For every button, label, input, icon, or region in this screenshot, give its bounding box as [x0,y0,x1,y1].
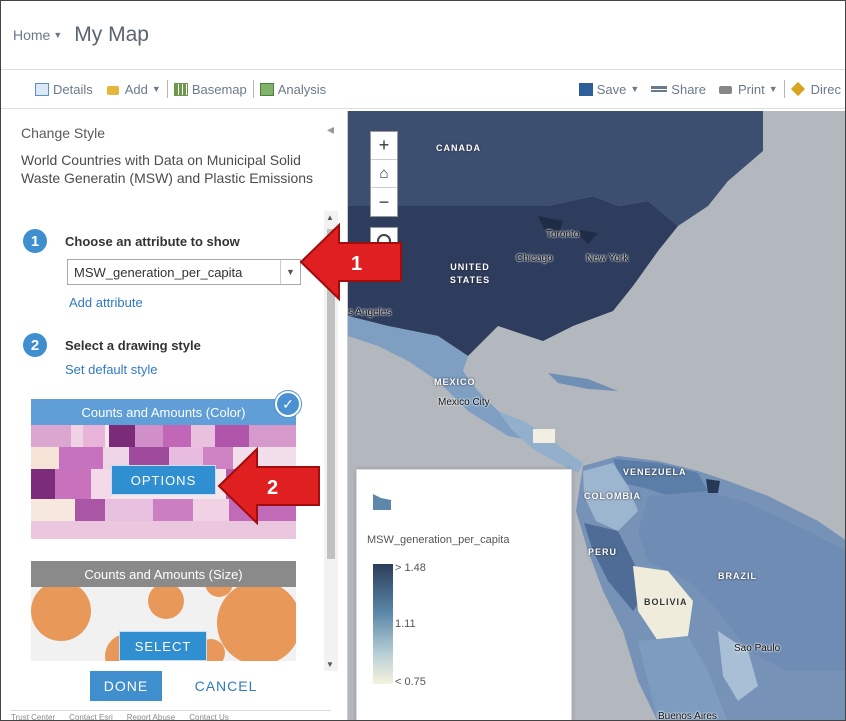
map-label-canada: CANADA [436,143,481,153]
footer-link[interactable]: Contact Esri [69,713,113,720]
callout-number-1: 1 [351,253,362,275]
basemap-label: Basemap [191,81,247,97]
zoom-control: + ⌂ − [370,131,398,217]
add-button[interactable]: Add ▼ [99,82,167,97]
directions-icon [791,83,807,96]
footer-link[interactable]: Trust Center [11,713,55,720]
analysis-label: Analysis [277,81,327,97]
set-default-style-link[interactable]: Set default style [65,362,158,377]
basemap-icon [173,82,188,96]
collapse-panel-icon[interactable]: ◂ [327,121,334,138]
city-label-mexico-city: Mexico City [438,397,490,408]
city-label-buenos-aires: Buenos Aires [658,711,717,721]
scroll-down-icon[interactable]: ▼ [326,660,334,669]
scroll-up-icon[interactable]: ▲ [326,213,334,222]
analysis-icon [259,82,274,96]
chevron-down-icon: ▼ [630,84,640,94]
city-label-sao-paulo: Sao Paulo [734,643,781,654]
legend-high-value: > 1.48 [395,562,426,574]
layer-name: World Countries with Data on Municipal S… [21,152,314,186]
map-label-bolivia: BOLIVIA [644,597,688,607]
basemap-button[interactable]: Basemap [168,82,253,97]
chevron-down-icon: ▼ [151,84,161,94]
change-style-panel: ◂ Change Style World Countries with Data… [1,111,348,720]
checkmark-icon: ✓ [275,391,301,417]
chevron-down-icon[interactable]: ▼ [280,260,300,284]
title-bar: Home ▼ My Map [1,1,845,69]
select-button[interactable]: SELECT [119,631,207,661]
cancel-button[interactable]: CANCEL [181,671,271,701]
save-label: Save [596,81,627,97]
style-card-size[interactable]: Counts and Amounts (Size) SELECT [31,561,296,661]
print-icon [718,83,734,96]
legend-low-value: < 0.75 [395,676,426,688]
footer-link[interactable]: Report Abuse [127,713,175,720]
details-button[interactable]: Details [29,82,99,97]
print-label: Print [738,81,765,97]
city-label-chicago: Chicago [516,253,553,264]
city-label-toronto: Toronto [546,229,580,240]
options-button[interactable]: OPTIONS [111,465,216,495]
save-icon [578,82,593,96]
footer-links: Trust Center Contact Esri Report Abuse C… [11,710,331,720]
share-icon [651,86,668,92]
map-label-brazil: BRAZIL [718,571,757,581]
attribute-select[interactable]: MSW_generation_per_capita ▼ [67,259,301,285]
analysis-button[interactable]: Analysis [254,82,332,97]
share-label: Share [671,81,706,97]
step-1-badge: 1 [23,229,47,253]
legend-color-ramp [373,564,393,684]
city-label-los-angeles: s Angeles [348,307,392,318]
legend-mid-value: 1.11 [395,618,416,630]
map-label-peru: PERU [588,547,618,557]
callout-number-2: 2 [267,477,278,499]
toolbar-right-group: Save ▼ Share Print ▼ Direc [573,80,845,98]
map-viewer-window: Home ▼ My Map Details Add ▼ Basemap Anal… [0,0,846,721]
details-label: Details [53,81,93,97]
step-2-label: Select a drawing style [65,338,201,353]
details-icon [35,82,49,96]
attribute-select-value: MSW_generation_per_capita [74,264,243,280]
city-label-new-york: New York [586,253,629,264]
style-card-size-title: Counts and Amounts (Size) [31,561,296,587]
map-label-venezuela: VENEZUELA [623,467,687,477]
footer-link[interactable]: Contact Us [189,713,229,720]
map-label-colombia: COLOMBIA [584,491,641,501]
map-label-united-states: UNITED STATES [449,262,491,285]
done-button[interactable]: DONE [90,671,162,701]
home-menu[interactable]: Home ▼ [13,27,62,43]
step-1-label: Choose an attribute to show [65,234,240,249]
add-attribute-link[interactable]: Add attribute [69,295,143,310]
zoom-out-button[interactable]: − [371,188,397,216]
home-icon: ⌂ [379,165,389,182]
add-layer-icon [105,83,121,96]
legend-layer-icon [373,494,391,510]
share-button[interactable]: Share [645,82,712,97]
style-card-color-title: Counts and Amounts (Color) [31,399,296,425]
home-label: Home [13,27,51,43]
map-view[interactable]: CANADA UNITED STATES MEXICO VENEZUELA CO… [348,111,845,721]
directions-label: Direc [810,81,841,97]
panel-title: Change Style [21,125,106,141]
save-button[interactable]: Save ▼ [573,82,646,97]
toolbar: Details Add ▼ Basemap Analysis Save ▼ Sh… [1,69,845,109]
directions-button[interactable]: Direc [785,81,845,97]
legend-panel: MSW_generation_per_capita > 1.48 1.11 < … [356,469,572,720]
legend-field-name: MSW_generation_per_capita [367,534,510,546]
callout-arrow-2: 2 [217,447,320,525]
callout-arrow-1: 1 [299,223,402,301]
zoom-in-button[interactable]: + [371,132,397,160]
map-label-mexico: MEXICO [434,377,476,387]
home-extent-button[interactable]: ⌂ [371,160,397,188]
print-button[interactable]: Print ▼ [712,82,784,97]
chevron-down-icon: ▼ [768,84,778,94]
map-title: My Map [74,23,149,46]
step-2-badge: 2 [23,333,47,357]
add-label: Add [124,81,148,97]
chevron-down-icon: ▼ [53,30,63,40]
